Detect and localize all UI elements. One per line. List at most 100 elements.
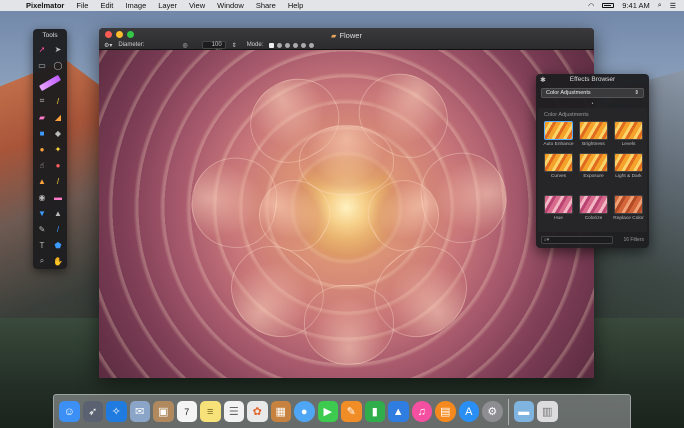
finder-icon[interactable]: ☺ — [59, 401, 80, 422]
view-menu[interactable]: View — [183, 1, 211, 10]
system-preferences-icon[interactable]: ⚙ — [482, 401, 503, 422]
polygon-shape-icon[interactable]: ⬟ — [51, 238, 65, 252]
clock[interactable]: 9:41 AM — [622, 1, 650, 10]
contacts-icon[interactable]: ▣ — [153, 401, 174, 422]
mode-button-2[interactable] — [277, 42, 283, 48]
effect-curves[interactable]: Curves — [542, 153, 575, 182]
effect-colorize[interactable]: Colorize — [577, 195, 610, 224]
category-dropdown[interactable]: Color Adjustments ⇕ — [541, 88, 644, 98]
effects-browser-titlebar: ✱ Effects Browser — [536, 74, 649, 86]
messages-icon[interactable]: ● — [294, 401, 315, 422]
zoom-tool-icon[interactable]: ⌕ — [35, 254, 49, 268]
image-menu[interactable]: Image — [119, 1, 152, 10]
mode-button-4[interactable] — [293, 42, 299, 48]
battery-icon[interactable] — [602, 3, 615, 8]
eyedropper-icon[interactable]: / — [51, 94, 65, 108]
safari-icon[interactable]: ✧ — [106, 401, 127, 422]
help-menu[interactable]: Help — [282, 1, 309, 10]
edit-menu[interactable]: Edit — [94, 1, 119, 10]
window-titlebar: ▰Flower ⚙▾ Diameter: ◎ 100 px ⇕ Mode: — [99, 28, 594, 55]
filter-count: 16 Filters — [623, 237, 644, 243]
effect-thumbnail — [544, 195, 573, 214]
mode-button-3[interactable] — [285, 42, 291, 48]
eraser-icon[interactable]: ▰ — [35, 110, 49, 124]
pixelmator-icon[interactable]: ▦ — [270, 401, 291, 422]
text-tool-icon[interactable]: T — [35, 238, 49, 252]
effect-levels[interactable]: Levels — [612, 121, 645, 150]
smudge-icon[interactable]: ☝ — [35, 158, 49, 172]
effect-thumbnail — [579, 195, 608, 214]
effect-label: Exposure — [583, 174, 604, 179]
pages-icon[interactable]: ✎ — [341, 401, 362, 422]
effect-label: Light & Dark — [615, 174, 642, 179]
image-canvas[interactable] — [99, 50, 594, 378]
effects-grid: Auto Enhance Brightness Levels Curves Ex… — [538, 121, 647, 224]
effect-brightness[interactable]: Brightness — [577, 121, 610, 150]
effect-exposure[interactable]: Exposure — [577, 153, 610, 182]
facetime-icon[interactable]: ▶ — [317, 401, 338, 422]
type-tool-icon[interactable]: ◢ — [51, 110, 65, 124]
mail-icon[interactable]: ✉ — [129, 401, 150, 422]
mode-button-5[interactable] — [301, 42, 307, 48]
sharpen-icon[interactable]: ▲ — [51, 206, 65, 220]
arrange-tool-icon[interactable]: ➚ — [35, 42, 49, 56]
app-menu[interactable]: Pixelmator — [24, 1, 70, 10]
spotlight-icon[interactable]: ⌕ — [658, 2, 662, 10]
calendar-icon[interactable]: 7 — [176, 401, 197, 422]
drop-icon[interactable]: ▼ — [35, 206, 49, 220]
brush-icon[interactable]: / — [51, 174, 65, 188]
effect-light-dark[interactable]: Light & Dark — [612, 153, 645, 182]
share-menu[interactable]: Share — [250, 1, 282, 10]
photos-icon[interactable]: ✿ — [247, 401, 268, 422]
rectangle-shape-icon[interactable]: ■ — [35, 126, 49, 140]
effect-thumbnail — [579, 153, 608, 172]
effects-section: Color Adjustments Auto Enhance Brightnes… — [538, 108, 647, 232]
diameter-field[interactable]: 100 px — [201, 41, 226, 55]
crop-tool-icon[interactable]: ⌗ — [35, 94, 49, 108]
diameter-stepper[interactable]: ⇕ — [232, 42, 237, 49]
paint-bucket-icon[interactable]: ◆ — [51, 126, 65, 140]
window-menu[interactable]: Window — [211, 1, 250, 10]
document-icon: ▰ — [331, 33, 337, 40]
effect-hue[interactable]: Hue — [542, 195, 575, 224]
brush-preview-icon: ◎ — [182, 42, 188, 49]
gradient-icon[interactable]: / — [51, 222, 65, 236]
launchpad-icon[interactable]: ➶ — [82, 401, 103, 422]
tool-options-gear-icon[interactable]: ⚙▾ — [104, 42, 112, 49]
effect-replace-color[interactable]: Replace Color — [612, 195, 645, 224]
move-tool-icon[interactable]: ➤ — [51, 42, 65, 56]
layer-menu[interactable]: Layer — [152, 1, 183, 10]
red-eye-icon[interactable]: ◉ — [35, 190, 49, 204]
bandage-icon[interactable]: ▬ — [51, 190, 65, 204]
image-window: ▰Flower ⚙▾ Diameter: ◎ 100 px ⇕ Mode: — [99, 28, 594, 378]
effects-footer: ⌕▾ 16 Filters — [536, 234, 649, 246]
hand-tool-icon[interactable]: ✋ — [51, 254, 65, 268]
trash-icon[interactable]: ▥ — [537, 401, 558, 422]
reminders-icon[interactable]: ☰ — [223, 401, 244, 422]
mode-button-6[interactable] — [309, 42, 315, 48]
ellipse-shape-icon[interactable]: ● — [35, 142, 49, 156]
page-indicator[interactable]: • — [536, 100, 649, 108]
ellipse-select-icon[interactable]: ◯ — [51, 58, 65, 72]
notification-center-icon[interactable]: ☰ — [670, 2, 676, 10]
ibooks-icon[interactable]: ▤ — [435, 401, 456, 422]
effects-search-field[interactable]: ⌕▾ — [541, 236, 613, 244]
notes-icon[interactable]: ≡ — [200, 401, 221, 422]
numbers-icon[interactable]: ▮ — [364, 401, 385, 422]
pencil-tool-icon[interactable] — [35, 74, 65, 92]
close-panel-icon[interactable]: ✱ — [540, 76, 546, 84]
mode-button-1[interactable] — [269, 42, 275, 48]
dock: ☺ ➶ ✧ ✉ ▣ 7 ≡ ☰ ✿ ▦ ● ▶ ✎ ▮ ▲ ♫ ▤ A ⚙ ▬ … — [53, 394, 631, 428]
effect-auto-enhance[interactable]: Auto Enhance — [542, 121, 575, 150]
itunes-icon[interactable]: ♫ — [411, 401, 432, 422]
burn-icon[interactable]: ● — [51, 158, 65, 172]
pen-tool-icon[interactable]: ✎ — [35, 222, 49, 236]
magic-wand-icon[interactable]: ✦ — [51, 142, 65, 156]
rect-select-icon[interactable]: ▭ — [35, 58, 49, 72]
wifi-icon[interactable]: ◠ — [588, 2, 594, 10]
file-menu[interactable]: File — [70, 1, 94, 10]
clone-stamp-icon[interactable]: ▲ — [35, 174, 49, 188]
app-store-icon[interactable]: A — [458, 401, 479, 422]
keynote-icon[interactable]: ▲ — [388, 401, 409, 422]
downloads-folder-icon[interactable]: ▬ — [513, 401, 534, 422]
